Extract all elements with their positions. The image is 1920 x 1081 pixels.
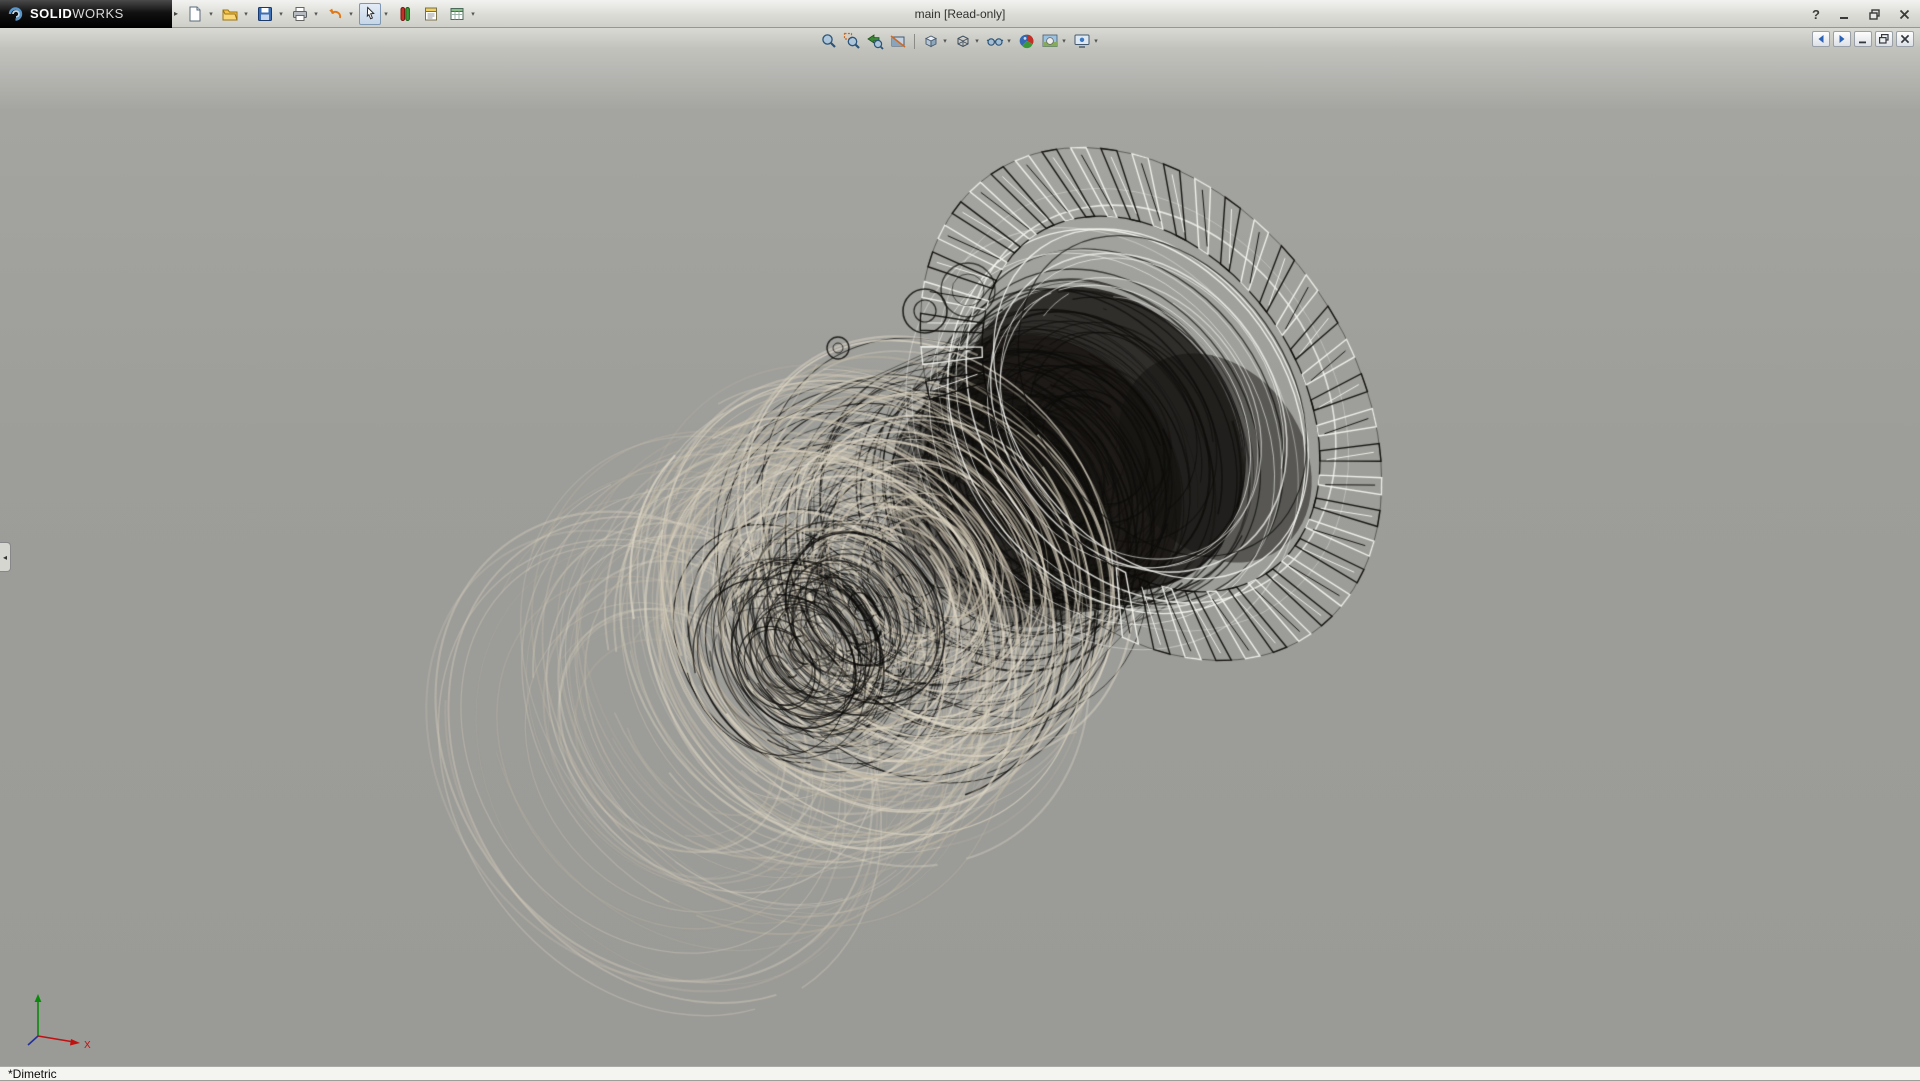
minimize-document-icon[interactable] xyxy=(1854,31,1872,47)
graphics-viewport: ▾ ▾ ▾ ▾ ▾ xyxy=(0,28,1920,1066)
document-window-controls xyxy=(1812,31,1914,47)
save-icon[interactable] xyxy=(254,3,276,25)
close-document-icon[interactable] xyxy=(1896,31,1914,47)
select-tool-icon[interactable] xyxy=(359,3,381,25)
view-settings-icon[interactable]: ▾ xyxy=(1071,31,1102,51)
brand-text-light: WORKS xyxy=(72,6,124,21)
toolbar-group-binder xyxy=(419,2,443,26)
menu-expand-arrow-icon[interactable]: ▸ xyxy=(174,9,178,18)
view-settings-dropdown-icon[interactable]: ▾ xyxy=(1092,37,1100,45)
triad-y-axis-icon xyxy=(35,994,42,1002)
toolbar-separator xyxy=(914,34,915,49)
panel-expand-arrow-icon: ◂ xyxy=(3,553,7,562)
design-binder-icon[interactable] xyxy=(420,3,442,25)
new-document-icon[interactable] xyxy=(184,3,206,25)
options-sheet-icon[interactable] xyxy=(446,3,468,25)
open-dropdown-icon[interactable]: ▾ xyxy=(242,10,250,18)
help-button[interactable]: ? xyxy=(1808,7,1824,22)
open-icon[interactable] xyxy=(219,3,241,25)
brand-text-bold: SOLID xyxy=(30,6,72,21)
apply-scene-dropdown-icon[interactable]: ▾ xyxy=(1060,37,1068,45)
triad-x-axis-icon xyxy=(70,1039,80,1046)
save-dropdown-icon[interactable]: ▾ xyxy=(277,10,285,18)
toolbar-group-print: ▾ xyxy=(288,2,321,26)
heads-up-view-toolbar: ▾ ▾ ▾ ▾ ▾ xyxy=(818,31,1102,51)
viewport-3d-canvas[interactable] xyxy=(0,28,1920,1066)
previous-window-icon[interactable] xyxy=(1812,31,1830,47)
hide-show-dropdown-icon[interactable]: ▾ xyxy=(1005,37,1013,45)
zoom-to-fit-icon[interactable] xyxy=(818,31,840,51)
toolbar-group-select: ▾ xyxy=(358,2,391,26)
previous-view-icon[interactable] xyxy=(864,31,886,51)
3ds-logo-icon xyxy=(7,5,24,22)
view-orientation-label: *Dimetric xyxy=(0,1068,57,1080)
status-bar: *Dimetric xyxy=(0,1066,1920,1080)
featuremanager-collapsed-tab[interactable]: ◂ xyxy=(0,542,11,572)
triad-x-label: X xyxy=(84,1040,91,1050)
zoom-to-area-icon[interactable] xyxy=(841,31,863,51)
toolbar-group-xpress xyxy=(393,2,417,26)
window-controls: ? xyxy=(1808,0,1914,28)
solidworks-logo: SOLIDWORKS xyxy=(0,0,172,28)
toolbar-group-save: ▾ xyxy=(253,2,286,26)
toolbar-group-undo: ▾ xyxy=(323,2,356,26)
edit-appearance-icon[interactable] xyxy=(1016,31,1038,51)
toolbar-group-sheet: ▾ xyxy=(445,2,478,26)
display-style-icon[interactable]: ▾ xyxy=(952,31,983,51)
section-view-icon[interactable] xyxy=(887,31,909,51)
reference-triad: X xyxy=(22,988,100,1050)
restore-document-icon[interactable] xyxy=(1875,31,1893,47)
triad-z-axis-icon xyxy=(28,1036,38,1045)
minimize-window-button[interactable] xyxy=(1834,5,1854,23)
toolbar-group-new: ▾ xyxy=(183,2,216,26)
select-dropdown-icon[interactable]: ▾ xyxy=(382,10,390,18)
title-bar: SOLIDWORKS ▸ ▾ ▾ ▾ ▾ ▾ ▾ xyxy=(0,0,1920,28)
apply-scene-icon[interactable]: ▾ xyxy=(1039,31,1070,51)
next-window-icon[interactable] xyxy=(1833,31,1851,47)
xpress-products-icon[interactable] xyxy=(394,3,416,25)
hide-show-items-icon[interactable]: ▾ xyxy=(984,31,1015,51)
view-orientation-dropdown-icon[interactable]: ▾ xyxy=(941,37,949,45)
undo-icon[interactable] xyxy=(324,3,346,25)
toolbar-group-open: ▾ xyxy=(218,2,251,26)
print-dropdown-icon[interactable]: ▾ xyxy=(312,10,320,18)
new-document-dropdown-icon[interactable]: ▾ xyxy=(207,10,215,18)
close-window-button[interactable] xyxy=(1894,5,1914,23)
restore-window-button[interactable] xyxy=(1864,5,1884,23)
undo-dropdown-icon[interactable]: ▾ xyxy=(347,10,355,18)
view-orientation-icon[interactable]: ▾ xyxy=(920,31,951,51)
display-style-dropdown-icon[interactable]: ▾ xyxy=(973,37,981,45)
print-icon[interactable] xyxy=(289,3,311,25)
options-sheet-dropdown-icon[interactable]: ▾ xyxy=(469,10,477,18)
